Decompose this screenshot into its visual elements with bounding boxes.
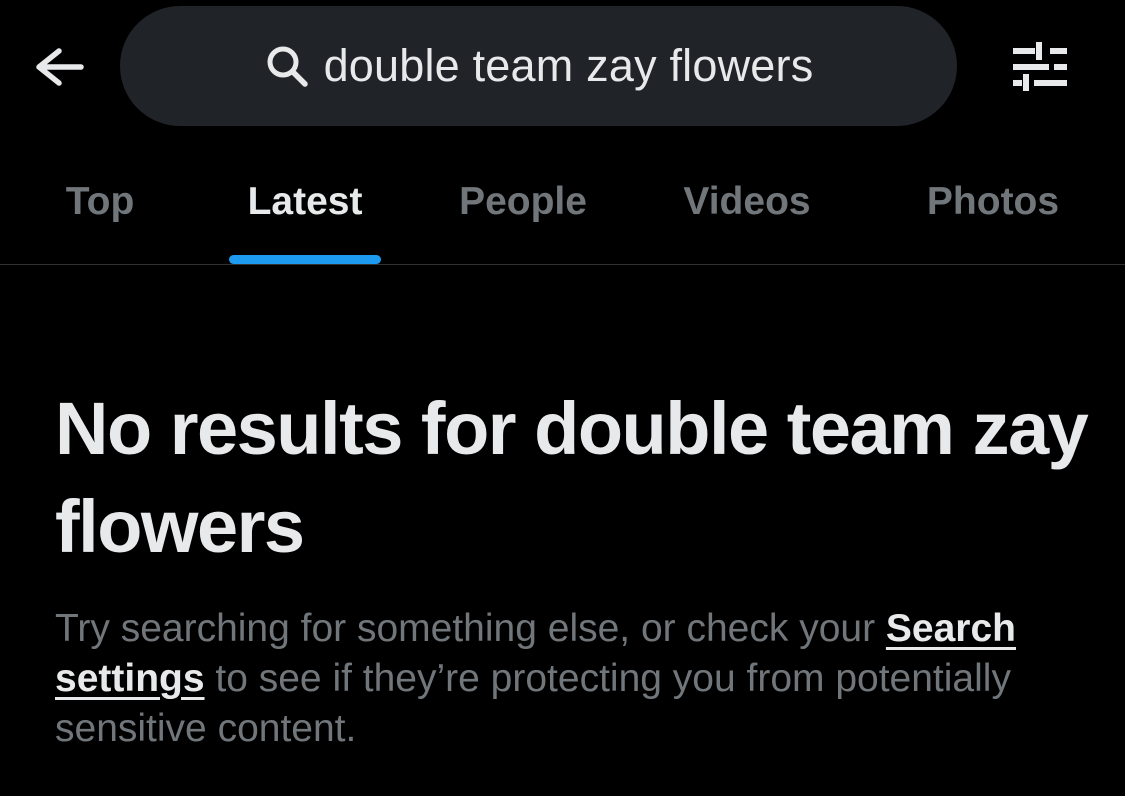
search-input[interactable]: double team zay flowers bbox=[120, 6, 957, 126]
empty-state-title: No results for double team zay flowers bbox=[55, 387, 1089, 568]
tab-latest[interactable]: Latest bbox=[225, 140, 385, 264]
active-tab-indicator bbox=[229, 255, 381, 264]
tab-photos[interactable]: Photos bbox=[910, 140, 1076, 264]
arrow-left-icon bbox=[33, 47, 85, 92]
top-bar: double team zay flowers bbox=[0, 0, 1125, 140]
search-filters-button[interactable] bbox=[1004, 36, 1076, 100]
tab-top[interactable]: Top bbox=[40, 140, 160, 264]
search-icon bbox=[264, 43, 310, 89]
tabs-divider bbox=[0, 264, 1125, 265]
back-button[interactable] bbox=[28, 38, 90, 100]
tab-videos[interactable]: Videos bbox=[665, 140, 829, 264]
sliders-icon bbox=[1010, 40, 1070, 97]
empty-state: No results for double team zay flowers T… bbox=[55, 380, 1095, 754]
search-tabs: Top Latest People Videos Photos bbox=[0, 140, 1125, 264]
search-query-text: double team zay flowers bbox=[323, 40, 814, 91]
tab-people[interactable]: People bbox=[440, 140, 606, 264]
empty-state-message: Try searching for something else, or che… bbox=[55, 604, 1095, 754]
empty-state-text-before-link: Try searching for something else, or che… bbox=[55, 607, 886, 650]
